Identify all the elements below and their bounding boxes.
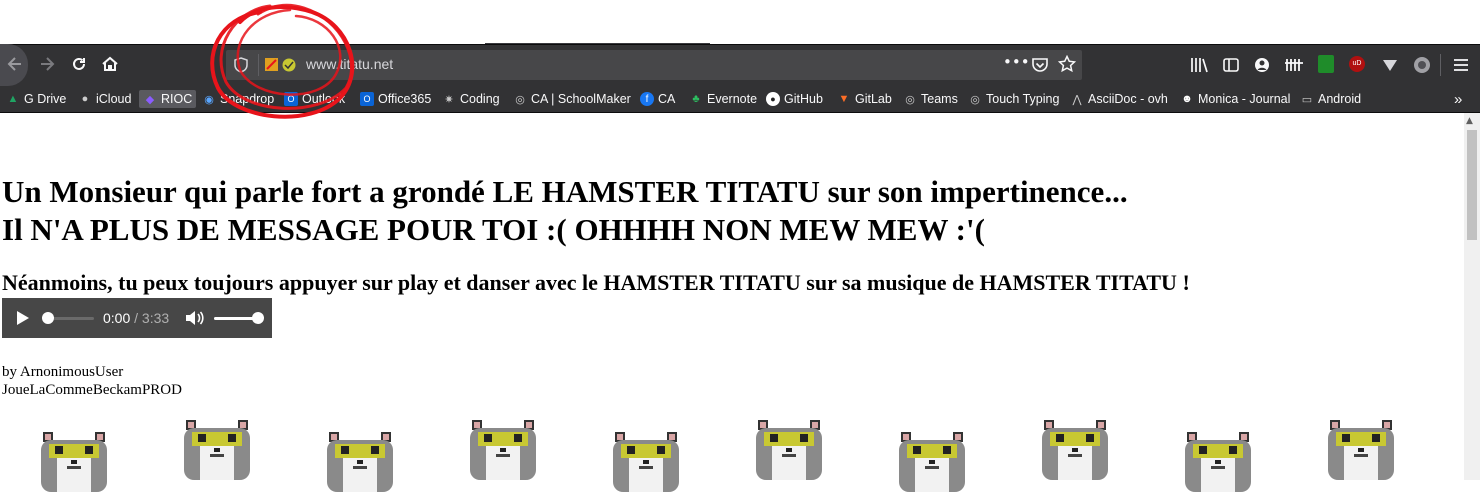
snapdrop-icon: ◉ xyxy=(204,93,214,106)
audio-time-separator: / xyxy=(130,310,142,326)
evernote-icon: ♣ xyxy=(692,93,700,105)
window-top-area xyxy=(0,0,1480,44)
bookmark-item[interactable]: ☻ Monica - Journal xyxy=(1180,90,1290,108)
bookmark-star-icon[interactable] xyxy=(1057,54,1077,78)
bookmark-item[interactable]: f CA xyxy=(640,90,675,108)
volume-knob[interactable] xyxy=(252,312,264,324)
credit-production: JoueLaCommeBeckamPROD xyxy=(2,382,182,398)
bookmark-item[interactable]: ◎ CA | SchoolMaker xyxy=(513,90,631,108)
back-arrow-icon[interactable] xyxy=(2,51,28,77)
hamster-sprite xyxy=(1038,418,1112,480)
tracking-protection-shield-icon[interactable] xyxy=(233,57,249,78)
facebook-icon: f xyxy=(640,92,654,106)
hamster-sprite xyxy=(895,430,969,492)
bookmark-item[interactable]: ◎ Touch Typing xyxy=(968,90,1059,108)
reload-icon[interactable] xyxy=(66,51,92,77)
bookmark-item[interactable]: ♣ Evernote xyxy=(689,90,757,108)
credit-author: by ArnonimousUser xyxy=(2,364,124,380)
gitlab-icon: ▼ xyxy=(838,93,850,105)
audio-progress-knob[interactable] xyxy=(42,312,54,324)
monica-icon: ☻ xyxy=(1181,93,1193,105)
library-icon[interactable] xyxy=(1190,56,1208,79)
privacy-badger-icon[interactable] xyxy=(1412,55,1432,80)
bookmark-item[interactable]: ◆ RIOC xyxy=(139,90,197,108)
toolbar-separator xyxy=(1440,54,1441,76)
audio-current-time: 0:00 xyxy=(103,310,131,326)
bookmark-item[interactable]: ● iCloud xyxy=(78,90,132,108)
forward-arrow-icon[interactable] xyxy=(34,51,60,77)
bookmark-item[interactable]: ◉ Snapdrop xyxy=(202,90,274,108)
hamster-sprite xyxy=(752,418,826,480)
home-icon[interactable] xyxy=(97,51,123,77)
folder-icon: ▭ xyxy=(1301,93,1313,106)
globe-icon: ◎ xyxy=(970,93,980,106)
sidebar-icon[interactable] xyxy=(1222,56,1240,79)
hamster-sprite xyxy=(323,430,397,492)
cookie-extension-icon[interactable] xyxy=(1318,55,1334,73)
hamster-sprite xyxy=(180,418,254,480)
google-drive-icon: ▲ xyxy=(7,93,19,105)
bookmark-item[interactable]: O Office365 xyxy=(360,90,431,108)
scrollbar-thumb[interactable] xyxy=(1467,130,1477,240)
office-icon: O xyxy=(360,92,374,106)
volume-icon[interactable] xyxy=(184,309,204,332)
page-actions-menu-icon[interactable]: ••• xyxy=(1003,53,1030,71)
ublock-origin-icon[interactable]: uD xyxy=(1349,56,1365,72)
sparkle-icon: ✷ xyxy=(444,93,454,106)
bookmarks-overflow-chevron-icon[interactable]: » xyxy=(1454,90,1462,108)
account-icon[interactable] xyxy=(1253,56,1271,79)
audio-duration: 3:33 xyxy=(141,310,170,326)
site-favicon-icon[interactable] xyxy=(265,57,297,78)
audio-player[interactable]: 0:00 / 3:33 xyxy=(2,298,272,338)
page-subheading: Néanmoins, tu peux toujours appuyer sur … xyxy=(2,270,1190,295)
audio-progress-track[interactable] xyxy=(48,317,94,320)
bookmark-item[interactable]: O Outlook xyxy=(284,90,345,108)
bookmark-item[interactable]: ▭ Android xyxy=(1300,90,1361,108)
globe-icon: ◎ xyxy=(515,93,525,106)
hamster-sprite xyxy=(1324,418,1398,480)
hamster-sprite xyxy=(466,418,540,480)
bookmark-item[interactable]: ● GitHub xyxy=(766,90,823,108)
scroll-up-arrow-icon[interactable]: ▲ xyxy=(1466,116,1473,126)
bookmarks-toolbar: ▲ G Drive ● iCloud ◆ RIOC ◉ Snapdrop O Outloo… xyxy=(0,86,1480,113)
apple-icon: ● xyxy=(81,93,89,105)
play-icon[interactable] xyxy=(16,310,30,331)
audio-time: 0:00 / 3:33 xyxy=(103,310,169,326)
github-icon: ● xyxy=(766,92,780,106)
outlook-icon: O xyxy=(284,92,298,106)
hamster-sprite xyxy=(1181,430,1255,492)
url-text[interactable]: www.titatu.net xyxy=(306,56,393,72)
pocket-icon[interactable] xyxy=(1031,56,1049,79)
hamburger-menu-icon[interactable] xyxy=(1452,56,1470,79)
asciidoc-icon: ⋀ xyxy=(1072,93,1082,106)
bookmark-item[interactable]: ▼ GitLab xyxy=(837,90,892,108)
page-heading-line-2: Il N'A PLUS DE MESSAGE POUR TOI :( OHHHH… xyxy=(2,212,985,247)
bookmark-item[interactable]: ⋀ AsciiDoc - ovh xyxy=(1070,90,1167,108)
bookmark-item[interactable]: ◎ Teams xyxy=(903,90,958,108)
page-heading-line-1: Un Monsieur qui parle fort a grondé LE H… xyxy=(2,174,1128,209)
hamster-sprite xyxy=(609,430,683,492)
space-invader-icon: ◆ xyxy=(145,93,155,106)
bookmark-item[interactable]: ✷ Coding xyxy=(442,90,499,108)
urlbar-separator xyxy=(258,54,259,76)
vpn-extension-icon[interactable] xyxy=(1381,56,1399,79)
bookmark-item[interactable]: ▲ G Drive xyxy=(6,90,67,108)
globe-icon: ◎ xyxy=(905,93,915,106)
hamster-sprite xyxy=(37,430,111,492)
extension-bars-icon[interactable] xyxy=(1284,56,1304,79)
